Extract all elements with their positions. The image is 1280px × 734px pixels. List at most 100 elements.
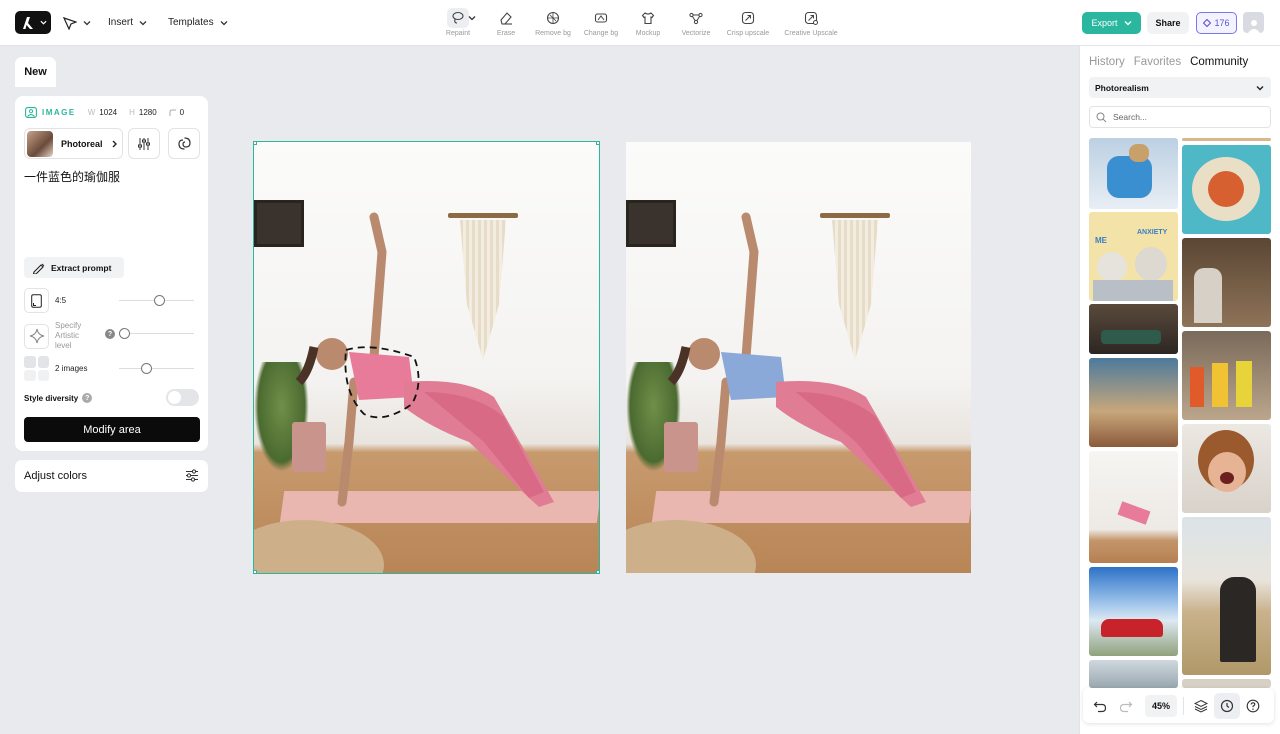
gallery-item[interactable] (1182, 679, 1271, 688)
eraser-icon (495, 8, 517, 28)
image-grid-icon[interactable] (24, 356, 49, 381)
top-toolbar: Insert Templates Repaint Erase Remove bg… (0, 0, 1280, 46)
credits-count: 176 (1214, 18, 1230, 28)
history-icon (1220, 699, 1234, 712)
help-icon[interactable]: ? (82, 393, 93, 403)
chevron-right-icon (112, 140, 117, 147)
resize-handle-bl[interactable] (254, 570, 257, 573)
sliders-icon (138, 137, 150, 150)
history-button[interactable] (1214, 692, 1240, 719)
image-count-slider[interactable] (119, 368, 194, 369)
canvas-image-original[interactable] (253, 141, 600, 574)
gallery-item[interactable] (1089, 358, 1178, 447)
gallery-item[interactable] (1089, 138, 1178, 209)
chevron-down-icon (220, 20, 228, 25)
export-label: Export (1091, 18, 1118, 28)
crisp-upscale-label: Crisp upscale (726, 30, 770, 37)
image-meta: IMAGE W 1024 H 1280 0 (25, 106, 184, 118)
new-tab[interactable]: New (15, 57, 56, 87)
templates-label: Templates (168, 17, 214, 28)
gallery-text: ME (1095, 236, 1107, 245)
app-logo-menu[interactable] (15, 11, 51, 34)
modify-area-label: Modify area (83, 423, 141, 436)
style-diversity-row: Style diversity ? (24, 393, 93, 403)
creative-upscale-label: Creative Upscale (784, 30, 838, 37)
artistic-level-knob[interactable] (119, 328, 130, 339)
vector-nodes-icon (685, 8, 707, 28)
prompt-input[interactable]: 一件蓝色的瑜伽服 (24, 168, 120, 185)
layers-icon (1194, 699, 1208, 713)
zoom-level[interactable]: 45% (1145, 694, 1177, 717)
style-filter-value: Photorealism (1095, 82, 1149, 93)
gallery-item[interactable] (1182, 424, 1271, 513)
gallery-item[interactable] (1182, 517, 1271, 675)
tab-history[interactable]: History (1089, 56, 1125, 68)
height-value[interactable]: 1280 (139, 108, 157, 117)
aspect-ratio-knob[interactable] (154, 295, 165, 306)
chevron-down-icon (83, 20, 91, 25)
select-tool-menu[interactable] (63, 11, 91, 34)
style-thumbnail (27, 130, 53, 157)
mockup-label: Mockup (635, 30, 661, 37)
gallery-item[interactable] (1182, 138, 1271, 141)
corner-radius-value[interactable]: 0 (180, 108, 184, 117)
gallery-item[interactable]: ME ANXIETY (1089, 212, 1178, 301)
resize-handle-tl[interactable] (254, 142, 257, 145)
adjust-colors-label: Adjust colors (24, 470, 87, 482)
tab-community[interactable]: Community (1190, 56, 1248, 68)
gallery-item[interactable] (1182, 145, 1271, 234)
style-filter-select[interactable]: Photorealism (1089, 77, 1271, 98)
undo-button[interactable] (1087, 693, 1113, 719)
gallery-item[interactable] (1182, 331, 1271, 420)
export-button[interactable]: Export (1082, 12, 1141, 34)
artistic-level-slider[interactable] (124, 333, 194, 334)
canvas-controls: 45% (1083, 688, 1274, 723)
artistic-level-row: Specify Artistic level ? (24, 321, 200, 351)
adjust-colors-panel[interactable]: Adjust colors (15, 460, 208, 492)
gallery-item[interactable] (1089, 660, 1178, 688)
adjustments-button[interactable] (128, 128, 160, 159)
share-button[interactable]: Share (1147, 12, 1189, 34)
creative-upscale-tool[interactable]: Creative Upscale (779, 8, 843, 37)
diamond-icon (1203, 19, 1212, 27)
crisp-upscale-tool[interactable]: Crisp upscale (716, 8, 780, 37)
user-avatar[interactable] (1243, 12, 1264, 33)
search-input[interactable] (1113, 112, 1263, 122)
canvas-image-result[interactable] (626, 142, 971, 573)
layers-button[interactable] (1188, 693, 1214, 719)
modify-area-button[interactable]: Modify area (24, 417, 200, 442)
remove-bg-icon (542, 8, 564, 28)
repaint-label: Repaint (445, 30, 471, 37)
artistic-level-label: Specify Artistic level (55, 321, 82, 350)
style-diversity-label: Style diversity (24, 393, 79, 403)
extract-prompt-button[interactable]: Extract prompt (24, 257, 124, 278)
user-icon (1247, 20, 1260, 33)
gallery-item[interactable] (1182, 238, 1271, 327)
style-selector[interactable]: Photoreal (24, 128, 123, 159)
creative-upscale-icon (800, 8, 822, 28)
help-icon[interactable]: ? (105, 329, 115, 339)
cursor-icon (63, 16, 77, 30)
credits-badge[interactable]: 176 (1196, 12, 1237, 34)
help-button[interactable] (1240, 693, 1266, 719)
style-reference-button[interactable] (168, 128, 200, 159)
logo-icon (23, 16, 33, 29)
image-count-knob[interactable] (141, 363, 152, 374)
tab-favorites[interactable]: Favorites (1134, 56, 1181, 68)
resize-handle-tr[interactable] (596, 142, 599, 145)
insert-menu[interactable]: Insert (108, 11, 147, 34)
sparkle-icon[interactable] (24, 323, 49, 349)
undo-icon (1093, 701, 1107, 712)
redo-icon (1119, 701, 1133, 712)
chevron-down-icon (1256, 86, 1264, 91)
gallery-item[interactable] (1089, 567, 1178, 656)
resize-handle-br[interactable] (596, 570, 599, 573)
aspect-ratio-icon[interactable] (24, 288, 49, 313)
gallery-item[interactable] (1089, 451, 1178, 563)
aspect-ratio-row: 4:5 (24, 288, 200, 313)
style-diversity-toggle[interactable] (166, 389, 199, 406)
width-value[interactable]: 1024 (99, 108, 117, 117)
templates-menu[interactable]: Templates (168, 11, 228, 34)
gallery-item[interactable] (1089, 304, 1178, 354)
redo-button[interactable] (1113, 693, 1139, 719)
